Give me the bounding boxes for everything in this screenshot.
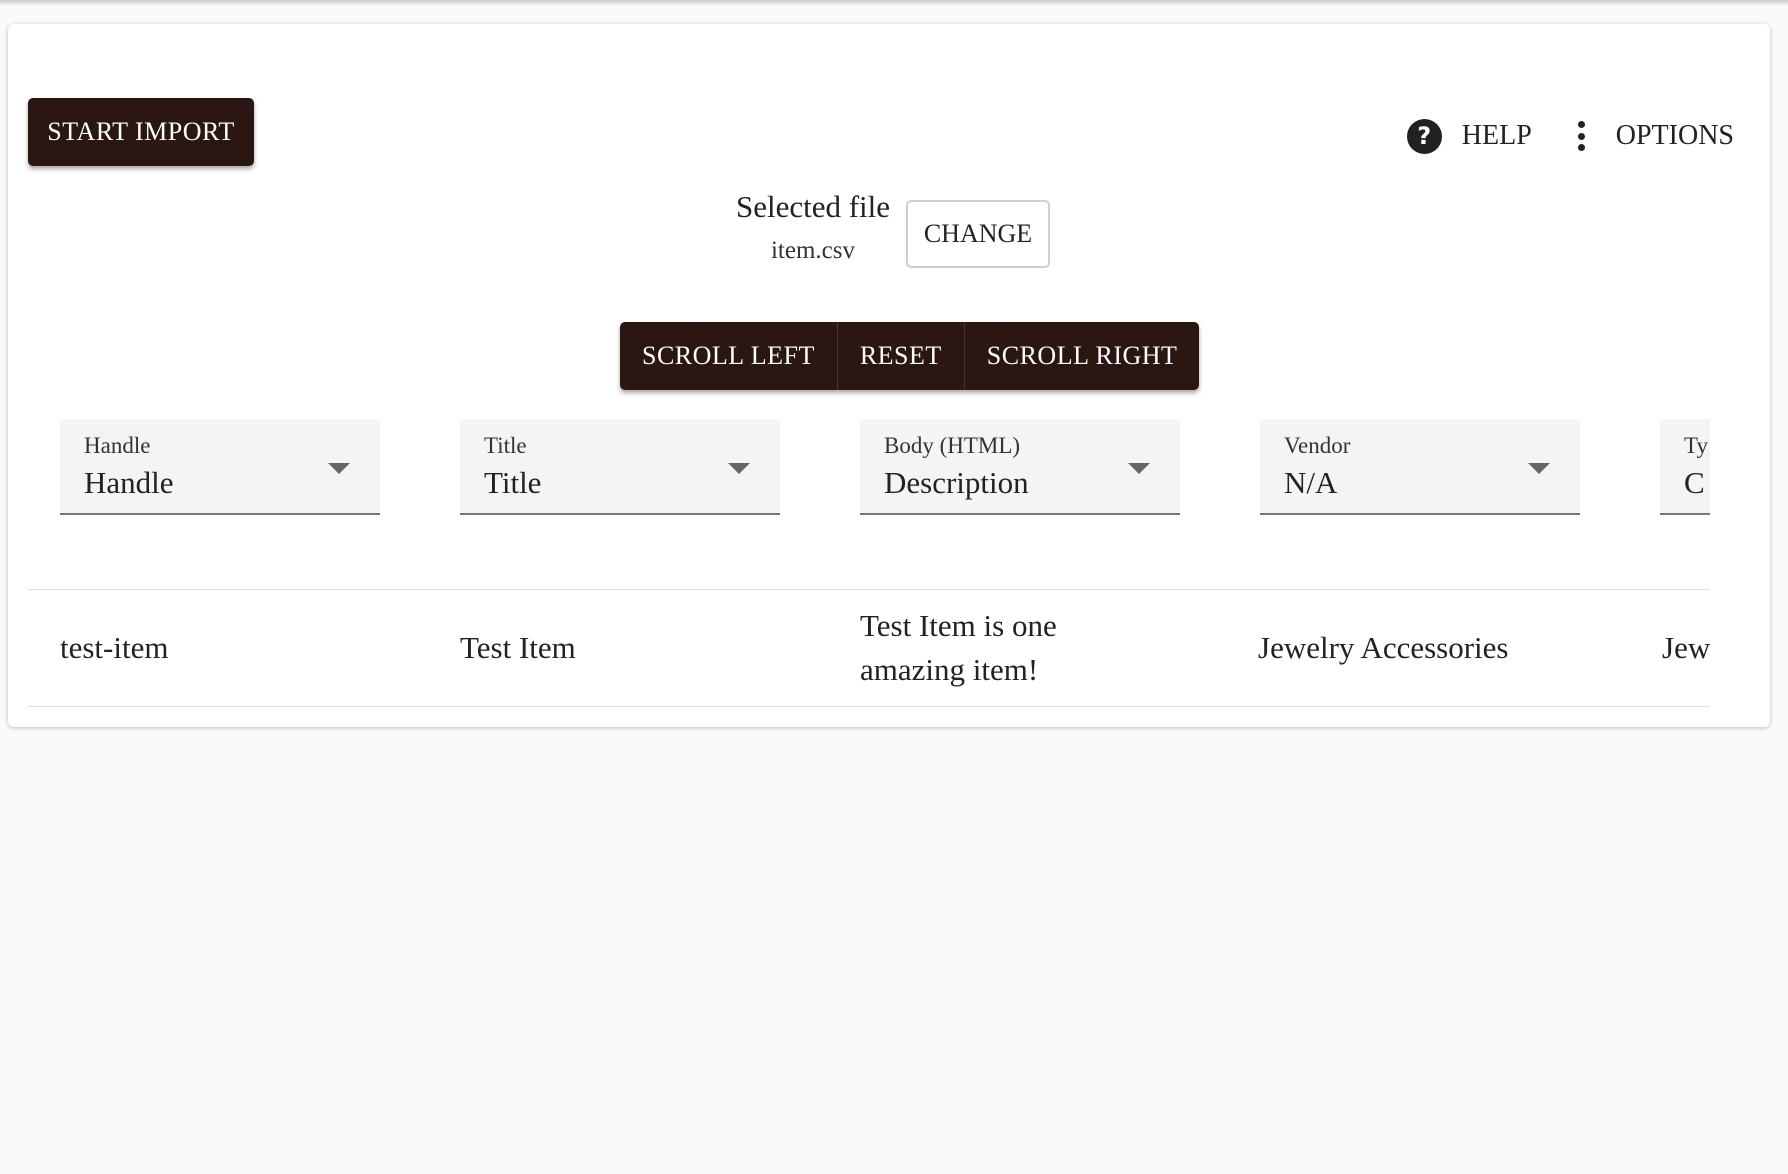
column-select-title[interactable]: Title Title bbox=[460, 419, 780, 515]
options-label: OPTIONS bbox=[1615, 120, 1734, 151]
table-row: test-item Test Item Test Item is one ama… bbox=[28, 589, 1710, 707]
select-label: Vendor bbox=[1284, 433, 1351, 458]
select-value: C bbox=[1684, 465, 1705, 500]
select-label: Body (HTML) bbox=[884, 433, 1021, 458]
help-icon: ? bbox=[1406, 118, 1442, 154]
column-select-vendor[interactable]: Vendor N/A bbox=[1260, 419, 1580, 515]
more-vert-icon bbox=[1578, 121, 1586, 151]
select-label: Ty bbox=[1684, 433, 1708, 458]
dropdown-arrow-icon bbox=[328, 463, 350, 474]
start-import-button[interactable]: START IMPORT bbox=[28, 98, 254, 166]
scroll-button-group: SCROLL LEFT RESET SCROLL RIGHT bbox=[620, 322, 1200, 390]
select-value: Handle bbox=[84, 465, 174, 500]
scroll-left-button[interactable]: SCROLL LEFT bbox=[620, 322, 837, 390]
options-button[interactable]: OPTIONS bbox=[1532, 120, 1734, 152]
table-cell-title: Test Item bbox=[460, 630, 576, 665]
header-actions: ? HELP OPTIONS bbox=[1406, 114, 1734, 158]
column-select-handle[interactable]: Handle Handle bbox=[60, 419, 380, 515]
select-value: N/A bbox=[1284, 465, 1338, 500]
selected-file-info: Selected file item.csv bbox=[726, 189, 900, 265]
scroll-right-button[interactable]: SCROLL RIGHT bbox=[963, 322, 1200, 390]
table-cell-vendor: Jewelry Accessories bbox=[1258, 630, 1509, 665]
select-value: Title bbox=[484, 465, 542, 500]
import-card: START IMPORT ? HELP OPTIONS Selected fil… bbox=[8, 24, 1770, 727]
top-shadow bbox=[0, 0, 1788, 6]
column-select-type[interactable]: Ty C bbox=[1660, 419, 1710, 515]
selected-file-name: item.csv bbox=[770, 237, 855, 264]
change-file-button[interactable]: CHANGE bbox=[906, 200, 1050, 268]
column-select-body-html[interactable]: Body (HTML) Description bbox=[860, 419, 1180, 515]
select-label: Handle bbox=[84, 433, 151, 458]
help-button[interactable]: ? HELP bbox=[1406, 118, 1532, 154]
column-mapping-row: Handle Handle Title Title Body (HTML) De… bbox=[60, 419, 1710, 519]
dropdown-arrow-icon bbox=[1528, 463, 1550, 474]
table-cell-handle: test-item bbox=[60, 630, 169, 665]
dropdown-arrow-icon bbox=[728, 463, 750, 474]
dropdown-arrow-icon bbox=[1128, 463, 1150, 474]
select-value: Description bbox=[884, 465, 1029, 500]
selected-file-heading: Selected file bbox=[735, 189, 891, 224]
reset-button[interactable]: RESET bbox=[836, 322, 964, 390]
help-label: HELP bbox=[1461, 120, 1532, 151]
table-cell-type: Jew bbox=[1662, 630, 1710, 665]
table-cell-body-html: Test Item is one amazing item! bbox=[860, 608, 1057, 687]
select-label: Title bbox=[484, 433, 527, 458]
